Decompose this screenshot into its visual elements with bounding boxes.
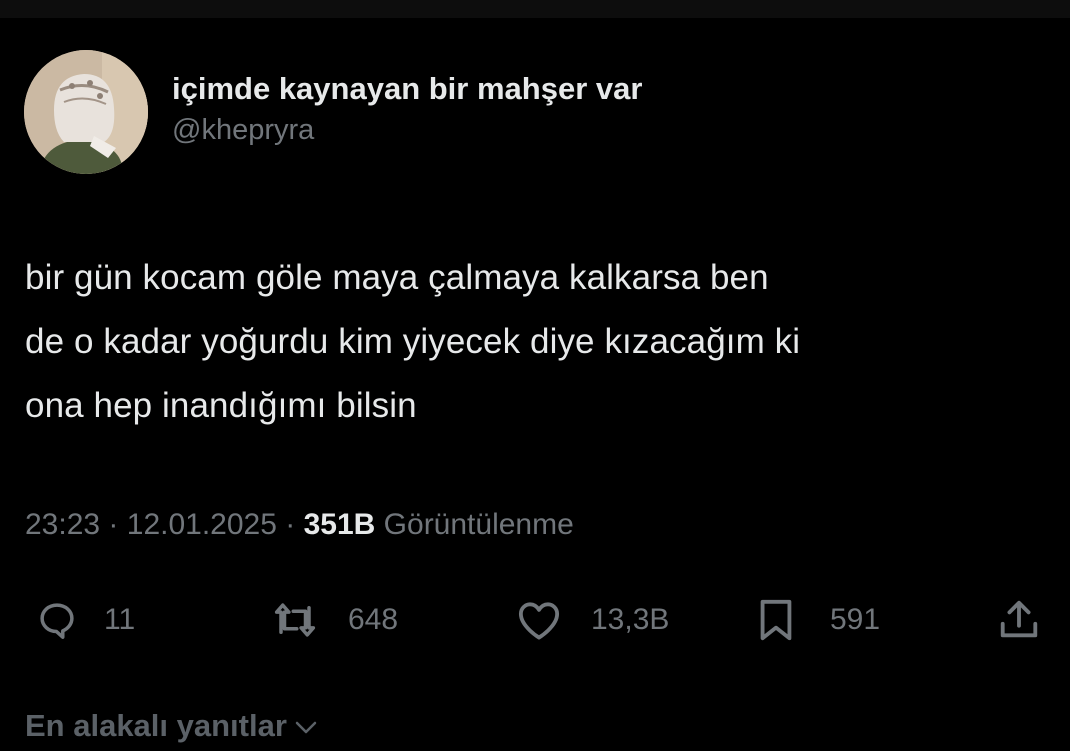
tweet-meta: 23:23 · 12.01.2025 · 351B Görüntülenme	[25, 505, 574, 545]
tweet-time[interactable]: 23:23	[25, 508, 100, 541]
share-button[interactable]	[996, 592, 1042, 648]
meta-separator: ·	[285, 508, 296, 541]
tweet-date[interactable]: 12.01.2025	[127, 508, 277, 541]
retweet-button[interactable]: 648	[270, 592, 398, 648]
views-count[interactable]: 351B	[304, 508, 376, 541]
tweet-text-line: bir gün kocam göle maya çalmaya kalkarsa…	[25, 258, 769, 297]
tweet-text: bir gün kocam göle maya çalmaya kalkarsa…	[25, 246, 1055, 438]
reply-icon	[40, 603, 74, 639]
reply-count: 11	[104, 603, 136, 636]
retweet-count: 648	[348, 603, 399, 636]
views-label: Görüntülenme	[383, 508, 574, 541]
tweet-text-line: de o kadar yoğurdu kim yiyecek diye kıza…	[25, 322, 801, 361]
retweet-icon	[274, 603, 316, 637]
bookmark-button[interactable]: 591	[756, 592, 880, 648]
bookmark-icon	[760, 599, 792, 641]
reply-button[interactable]: 11	[36, 592, 135, 648]
chevron-down-icon	[295, 721, 317, 734]
meta-separator: ·	[108, 508, 119, 541]
like-count: 13,3B	[591, 603, 670, 636]
heart-icon	[518, 602, 560, 640]
author-display-name[interactable]: içimde kaynayan bir mahşer var	[172, 70, 642, 108]
tweet-detail: içimde kaynayan bir mahşer var @khepryra…	[0, 0, 1070, 751]
replies-sort-label: En alakalı yanıtlar	[25, 708, 287, 743]
bookmark-count: 591	[830, 603, 881, 636]
author-info: içimde kaynayan bir mahşer var @khepryra	[172, 70, 642, 148]
like-button[interactable]: 13,3B	[515, 592, 669, 648]
action-bar: 11 648 13,3B 591	[0, 592, 1070, 648]
replies-sort-dropdown[interactable]: En alakalı yanıtlar	[25, 708, 319, 744]
author-handle[interactable]: @khepryra	[172, 112, 642, 148]
tweet-text-line: ona hep inandığımı bilsin	[25, 386, 417, 425]
share-icon	[1000, 600, 1038, 638]
avatar[interactable]	[24, 50, 148, 174]
avatar-photo	[24, 50, 148, 174]
